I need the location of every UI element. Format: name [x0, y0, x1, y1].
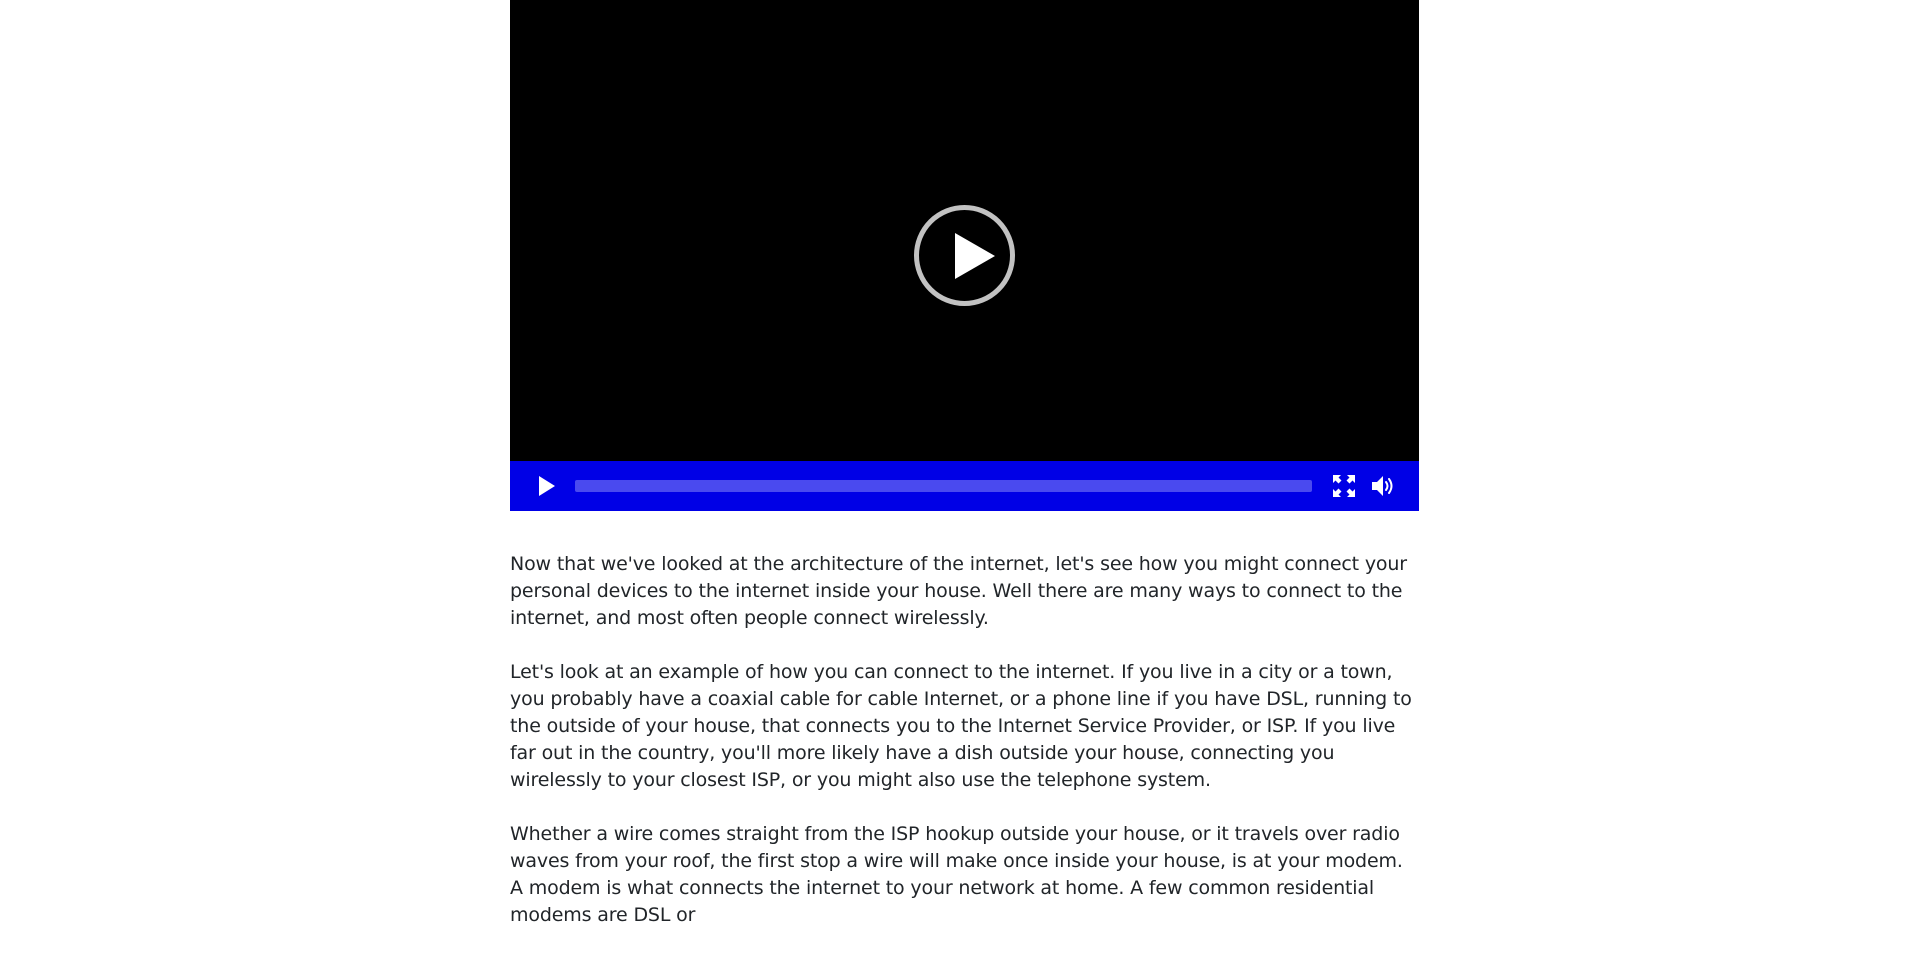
video-player[interactable] [510, 0, 1419, 511]
play-icon [539, 476, 555, 496]
play-circle-icon [955, 233, 995, 279]
volume-button[interactable] [1371, 474, 1397, 498]
paragraph: Let's look at an example of how you can … [510, 661, 1412, 791]
play-button[interactable] [532, 473, 558, 499]
transcript-text: Now that we've looked at the architectur… [510, 551, 1419, 929]
big-play-button[interactable] [914, 205, 1015, 306]
fullscreen-icon [1333, 475, 1355, 497]
video-control-bar [510, 461, 1419, 511]
video-screen[interactable] [510, 0, 1419, 461]
fullscreen-button[interactable] [1332, 474, 1356, 498]
paragraph: Whether a wire comes straight from the I… [510, 823, 1403, 926]
progress-bar[interactable] [575, 480, 1312, 492]
paragraph: Now that we've looked at the architectur… [510, 553, 1407, 629]
main-content: Now that we've looked at the architectur… [510, 0, 1419, 956]
volume-icon [1372, 476, 1393, 496]
